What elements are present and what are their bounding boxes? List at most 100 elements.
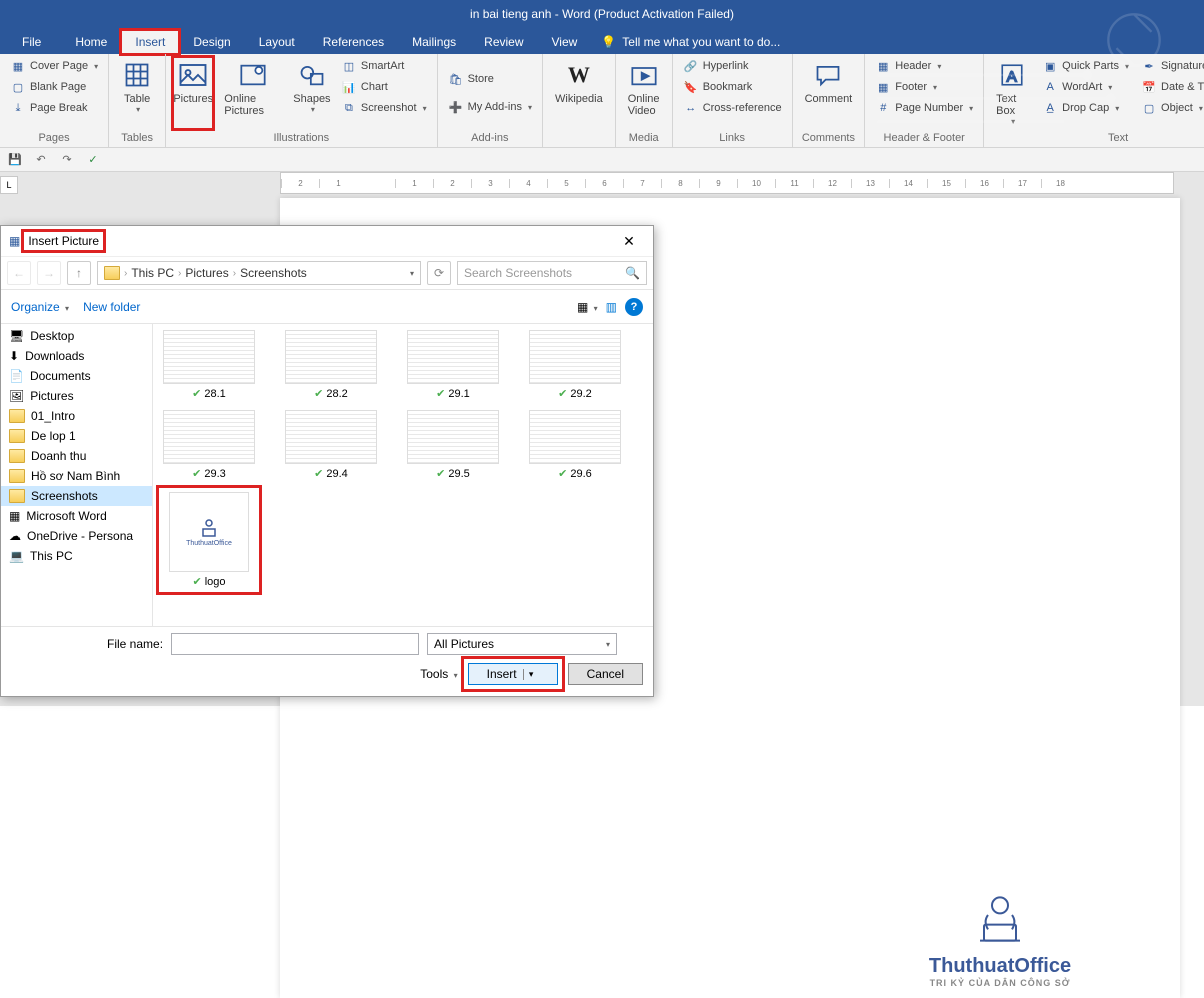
crossref-icon: ↔ <box>683 100 699 116</box>
redo-icon[interactable]: ↷ <box>58 151 76 169</box>
chart-icon: 📊 <box>341 79 357 95</box>
up-button[interactable]: ↑ <box>67 261 91 285</box>
comment-button[interactable]: Comment <box>799 56 859 130</box>
smartart-button[interactable]: ◫SmartArt <box>337 56 431 76</box>
horizontal-ruler[interactable]: 21123456789101112131415161718 <box>280 172 1174 194</box>
folder-icon <box>9 449 25 463</box>
store-button[interactable]: 🛍Store <box>444 69 536 89</box>
file-thumbnail[interactable]: ThuthuatOffice✔logo <box>161 490 257 590</box>
screenshot-button[interactable]: ⧉Screenshot▾ <box>337 98 431 118</box>
tree-item[interactable]: Hồ sơ Nam Bình <box>1 466 152 486</box>
online-pictures-button[interactable]: Online Pictures <box>218 56 287 130</box>
word-icon: ▦ <box>9 509 20 523</box>
tree-item[interactable]: Screenshots <box>1 486 152 506</box>
tab-mailings[interactable]: Mailings <box>398 30 470 54</box>
shapes-icon <box>296 59 328 91</box>
folder-icon <box>104 266 120 280</box>
tell-me-search[interactable]: 💡 Tell me what you want to do... <box>591 30 790 54</box>
online-video-button[interactable]: Online Video <box>622 56 666 130</box>
tree-item[interactable]: 01_Intro <box>1 406 152 426</box>
cover-page-icon: ▦ <box>10 58 26 74</box>
close-icon[interactable]: ✕ <box>613 229 645 253</box>
organize-button[interactable]: Organize ▾ <box>11 300 69 314</box>
group-media-label: Media <box>622 130 666 147</box>
file-thumbnail[interactable]: ✔28.2 <box>283 330 379 400</box>
addins-icon: ➕ <box>448 99 464 115</box>
pictures-icon <box>177 59 209 91</box>
new-folder-button[interactable]: New folder <box>83 300 140 314</box>
tab-insert[interactable]: Insert <box>121 30 179 54</box>
undo-icon[interactable]: ↶ <box>32 151 50 169</box>
file-thumbnail[interactable]: ✔29.2 <box>527 330 623 400</box>
filename-label: File name: <box>107 637 163 651</box>
refresh-button[interactable]: ⟳ <box>427 261 451 285</box>
chart-button[interactable]: 📊Chart <box>337 77 431 97</box>
person-laptop-icon <box>960 889 1040 949</box>
file-thumbnail[interactable]: ✔29.1 <box>405 330 501 400</box>
file-thumbnail[interactable]: ✔29.5 <box>405 410 501 480</box>
hyperlink-button[interactable]: 🔗Hyperlink <box>679 56 786 76</box>
back-button[interactable]: ← <box>7 261 31 285</box>
my-addins-button[interactable]: ➕My Add-ins▾ <box>444 97 536 117</box>
tab-review[interactable]: Review <box>470 30 537 54</box>
tab-file[interactable]: File <box>12 30 61 54</box>
wikipedia-icon: W <box>563 59 595 91</box>
file-filter-select[interactable]: All Pictures▾ <box>427 633 617 655</box>
insert-button[interactable]: Insert▾ <box>468 663 558 685</box>
view-button[interactable]: ▦ ▾ <box>577 300 598 314</box>
download-icon: ⬇ <box>9 349 19 363</box>
tree-item[interactable]: 📄Documents <box>1 366 152 386</box>
cross-reference-button[interactable]: ↔Cross-reference <box>679 98 786 118</box>
file-thumbnail[interactable]: ✔29.6 <box>527 410 623 480</box>
blank-page-icon: ▢ <box>10 79 26 95</box>
forward-button[interactable]: → <box>37 261 61 285</box>
page-break-icon: ⤓ <box>10 100 26 116</box>
spelling-icon[interactable]: ✓ <box>84 151 102 169</box>
tree-item[interactable]: ⬇Downloads <box>1 346 152 366</box>
file-thumbnail[interactable]: ✔29.4 <box>283 410 379 480</box>
bookmark-button[interactable]: 🔖Bookmark <box>679 77 786 97</box>
table-icon <box>121 59 153 91</box>
tools-button[interactable]: Tools ▾ <box>420 667 457 681</box>
tab-view[interactable]: View <box>538 30 592 54</box>
dialog-footer: File name: All Pictures▾ Tools ▾ Insert▾… <box>1 626 653 696</box>
file-thumbnail[interactable]: ✔29.3 <box>161 410 257 480</box>
cloud-icon: ☁ <box>9 529 21 543</box>
tree-item[interactable]: 🖥Desktop <box>1 326 152 346</box>
tree-item[interactable]: ☁OneDrive - Persona <box>1 526 152 546</box>
blank-page-button[interactable]: ▢Blank Page <box>6 77 102 97</box>
ruler-corner[interactable]: L <box>0 176 18 194</box>
tree-item[interactable]: 🖼Pictures <box>1 386 152 406</box>
title-bar: in bai tieng anh - Word (Product Activat… <box>0 0 1204 28</box>
table-button[interactable]: Table▾ <box>115 56 159 130</box>
group-comments-label: Comments <box>799 130 859 147</box>
save-icon[interactable]: 💾 <box>6 151 24 169</box>
decorative-circuit <box>854 0 1204 150</box>
tree-item[interactable]: 💻This PC <box>1 546 152 566</box>
tab-design[interactable]: Design <box>179 30 244 54</box>
search-input[interactable]: Search Screenshots 🔍 <box>457 261 647 285</box>
tree-item[interactable]: ▦Microsoft Word <box>1 506 152 526</box>
cover-page-button[interactable]: ▦Cover Page▾ <box>6 56 102 76</box>
tree-item[interactable]: Doanh thu <box>1 446 152 466</box>
comment-icon <box>812 59 844 91</box>
shapes-button[interactable]: Shapes▾ <box>291 56 333 130</box>
group-addins-label: Add-ins <box>444 130 536 147</box>
pictures-button[interactable]: Pictures <box>172 56 214 130</box>
filename-input[interactable] <box>171 633 419 655</box>
wikipedia-button[interactable]: WWikipedia <box>549 56 609 130</box>
breadcrumb[interactable]: › This PC› Pictures› Screenshots ▾ <box>97 261 421 285</box>
preview-button[interactable]: ▥ <box>606 300 617 314</box>
tab-references[interactable]: References <box>309 30 398 54</box>
tree-item[interactable]: De lop 1 <box>1 426 152 446</box>
page-break-button[interactable]: ⤓Page Break <box>6 98 102 118</box>
tab-home[interactable]: Home <box>61 30 121 54</box>
cancel-button[interactable]: Cancel <box>568 663 643 685</box>
pc-icon: 💻 <box>9 549 24 563</box>
help-icon[interactable]: ? <box>625 298 643 316</box>
folder-icon <box>9 409 25 423</box>
insert-picture-dialog: ▦ Insert Picture ✕ ← → ↑ › This PC› Pict… <box>0 225 654 697</box>
file-thumbnail[interactable]: ✔28.1 <box>161 330 257 400</box>
folder-icon <box>9 489 25 503</box>
tab-layout[interactable]: Layout <box>245 30 309 54</box>
